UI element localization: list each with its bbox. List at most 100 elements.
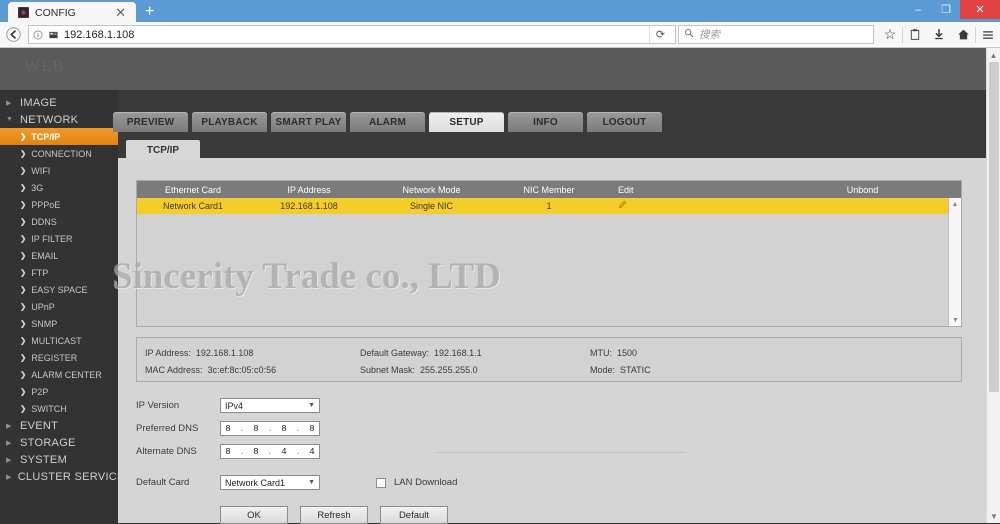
alternate-dns-octet-1: 8 xyxy=(225,446,231,457)
cell-nic-member: 1 xyxy=(546,201,552,211)
default-button[interactable]: Default xyxy=(380,506,448,524)
address-bar-text: 192.168.1.108 xyxy=(64,28,135,41)
column-network-mode: Network Mode xyxy=(402,184,461,195)
chevron-right-icon: ❯ xyxy=(20,268,27,277)
bookmark-star-icon[interactable]: ☆ xyxy=(878,22,902,48)
window-close-icon[interactable]: ✕ xyxy=(960,0,1000,19)
lan-download-checkbox[interactable] xyxy=(376,477,386,488)
chevron-down-icon: ▼ xyxy=(308,479,315,486)
tab-info[interactable]: INFO xyxy=(508,112,583,132)
preferred-dns-input[interactable]: 8 . 8 . 8 . 8 xyxy=(220,421,320,436)
browser-tabstrip: CONFIG ✕ + xyxy=(0,0,163,23)
sidebar-item-multicast[interactable]: ❯ MULTICAST xyxy=(0,332,118,349)
table-row[interactable]: Network Card1 192.168.1.108 Single NIC 1 xyxy=(137,198,961,214)
address-bar[interactable]: 192.168.1.108 ⟳ xyxy=(28,25,676,44)
sidebar-group-label: STORAGE xyxy=(20,436,76,449)
ip-version-select[interactable]: IPv4 ▼ xyxy=(220,398,320,413)
ip-dot: . xyxy=(295,446,301,457)
column-unbond: Unbond xyxy=(846,184,879,195)
scroll-down-icon[interactable]: ▼ xyxy=(987,509,1000,523)
sidebar-item-label: TCP/IP xyxy=(31,131,61,142)
tab-smart-play[interactable]: SMART PLAY xyxy=(271,112,346,132)
scroll-up-icon[interactable]: ▲ xyxy=(987,48,1000,62)
sidebar-item-3g[interactable]: ❯ 3G xyxy=(0,179,118,196)
sidebar-item-alarm-center[interactable]: ❯ ALARM CENTER xyxy=(0,366,118,383)
tab-preview[interactable]: PREVIEW xyxy=(113,112,188,132)
sidebar-item-connection[interactable]: ❯ CONNECTION xyxy=(0,145,118,162)
sidebar-item-ddns[interactable]: ❯ DDNS xyxy=(0,213,118,230)
table-header: Ethernet Card IP Address Network Mode NI… xyxy=(137,181,961,198)
ok-button[interactable]: OK xyxy=(220,506,288,524)
back-button[interactable] xyxy=(0,22,26,48)
sidebar-item-switch[interactable]: ❯ SWITCH xyxy=(0,400,118,417)
sidebar-item-ftp[interactable]: ❯ FTP xyxy=(0,264,118,281)
info-mode: Mode: STATIC xyxy=(590,365,651,375)
sidebar-group-storage[interactable]: ▶ STORAGE xyxy=(0,434,118,451)
sidebar-group-cluster-service[interactable]: ▶ CLUSTER SERVICE xyxy=(0,468,124,485)
info-mode-value: STATIC xyxy=(620,364,651,375)
reading-list-icon[interactable] xyxy=(903,22,927,48)
alternate-dns-input[interactable]: 8 . 8 . 4 . 4 xyxy=(220,444,320,459)
info-mac-label: MAC Address: xyxy=(145,364,203,375)
tab-logout[interactable]: LOGOUT xyxy=(587,112,662,132)
download-icon[interactable] xyxy=(927,22,951,48)
chevron-right-icon: ❯ xyxy=(20,166,27,175)
new-tab-button[interactable]: + xyxy=(136,4,163,22)
menu-icon[interactable] xyxy=(976,22,1000,48)
info-row-primary: IP Address: 192.168.1.108 Default Gatewa… xyxy=(145,344,961,361)
scroll-up-icon[interactable]: ▲ xyxy=(949,198,961,210)
tab-alarm[interactable]: ALARM xyxy=(350,112,425,132)
sidebar-item-tcpip[interactable]: ❯ TCP/IP xyxy=(0,128,118,145)
page-scrollbar[interactable]: ▲ ▼ xyxy=(986,48,1000,523)
cell-network-mode: Single NIC xyxy=(409,201,454,211)
tab-setup[interactable]: SETUP xyxy=(429,112,504,132)
sidebar-item-easy-space[interactable]: ❯ EASY SPACE xyxy=(0,281,118,298)
default-card-select[interactable]: Network Card1 ▼ xyxy=(220,475,320,490)
preferred-dns-octet-3: 8 xyxy=(281,423,287,434)
sidebar-item-label: WIFI xyxy=(31,165,51,176)
browser-titlebar: CONFIG ✕ + – ❐ ✕ xyxy=(0,0,1000,23)
chevron-right-icon: ▶ xyxy=(6,99,12,107)
browser-tab[interactable]: CONFIG ✕ xyxy=(8,2,136,23)
sidebar-group-event[interactable]: ▶ EVENT xyxy=(0,417,118,434)
sidebar-item-label: ALARM CENTER xyxy=(31,369,102,380)
chevron-right-icon: ▶ xyxy=(6,456,12,464)
chevron-right-icon: ▶ xyxy=(6,422,12,430)
tab-tcpip[interactable]: TCP/IP xyxy=(126,140,200,160)
info-mac-value: 3c:ef:8c:05:c0:56 xyxy=(207,364,277,375)
app-header: WEB xyxy=(0,48,986,90)
home-icon[interactable] xyxy=(951,22,975,48)
sidebar-item-upnp[interactable]: ❯ UPnP xyxy=(0,298,118,315)
info-icon[interactable] xyxy=(33,30,43,40)
sidebar-item-p2p[interactable]: ❯ P2P xyxy=(0,383,118,400)
info-subnet: Subnet Mask: 255.255.255.0 xyxy=(360,365,590,375)
close-icon[interactable]: ✕ xyxy=(113,6,128,19)
chevron-down-icon: ▼ xyxy=(6,116,14,123)
table-scrollbar[interactable]: ▲ ▼ xyxy=(948,198,961,326)
sidebar-item-pppoe[interactable]: ❯ PPPoE xyxy=(0,196,118,213)
chevron-right-icon: ❯ xyxy=(20,370,27,379)
sidebar-group-image[interactable]: ▶ IMAGE xyxy=(0,94,118,111)
maximize-icon[interactable]: ❐ xyxy=(932,0,960,19)
sidebar-item-ip-filter[interactable]: ❯ IP FILTER xyxy=(0,230,118,247)
sidebar-group-network[interactable]: ▼ NETWORK xyxy=(0,111,118,128)
scroll-down-icon[interactable]: ▼ xyxy=(949,314,962,326)
shield-icon[interactable] xyxy=(48,30,59,40)
refresh-button[interactable]: Refresh xyxy=(300,506,368,524)
sidebar-group-system[interactable]: ▶ SYSTEM xyxy=(0,451,118,468)
sidebar-item-register[interactable]: ❯ REGISTER xyxy=(0,349,118,366)
content-panel: Ethernet Card IP Address Network Mode NI… xyxy=(118,158,986,524)
tab-playback[interactable]: PLAYBACK xyxy=(192,112,267,132)
search-box[interactable]: 搜索 xyxy=(678,25,874,44)
ethernet-card-table: Ethernet Card IP Address Network Mode NI… xyxy=(136,180,962,327)
sidebar-item-snmp[interactable]: ❯ SNMP xyxy=(0,315,118,332)
pencil-icon[interactable] xyxy=(618,200,627,212)
sub-navigation: TCP/IP xyxy=(126,140,200,160)
sidebar-item-email[interactable]: ❯ EMAIL xyxy=(0,247,118,264)
reload-icon[interactable]: ⟳ xyxy=(649,26,671,43)
chevron-right-icon: ❯ xyxy=(20,319,27,328)
sidebar-item-wifi[interactable]: ❯ WIFI xyxy=(0,162,118,179)
form-buttons: OK Refresh Default xyxy=(220,506,962,524)
scrollbar-thumb[interactable] xyxy=(989,62,999,392)
minimize-icon[interactable]: – xyxy=(904,0,932,19)
